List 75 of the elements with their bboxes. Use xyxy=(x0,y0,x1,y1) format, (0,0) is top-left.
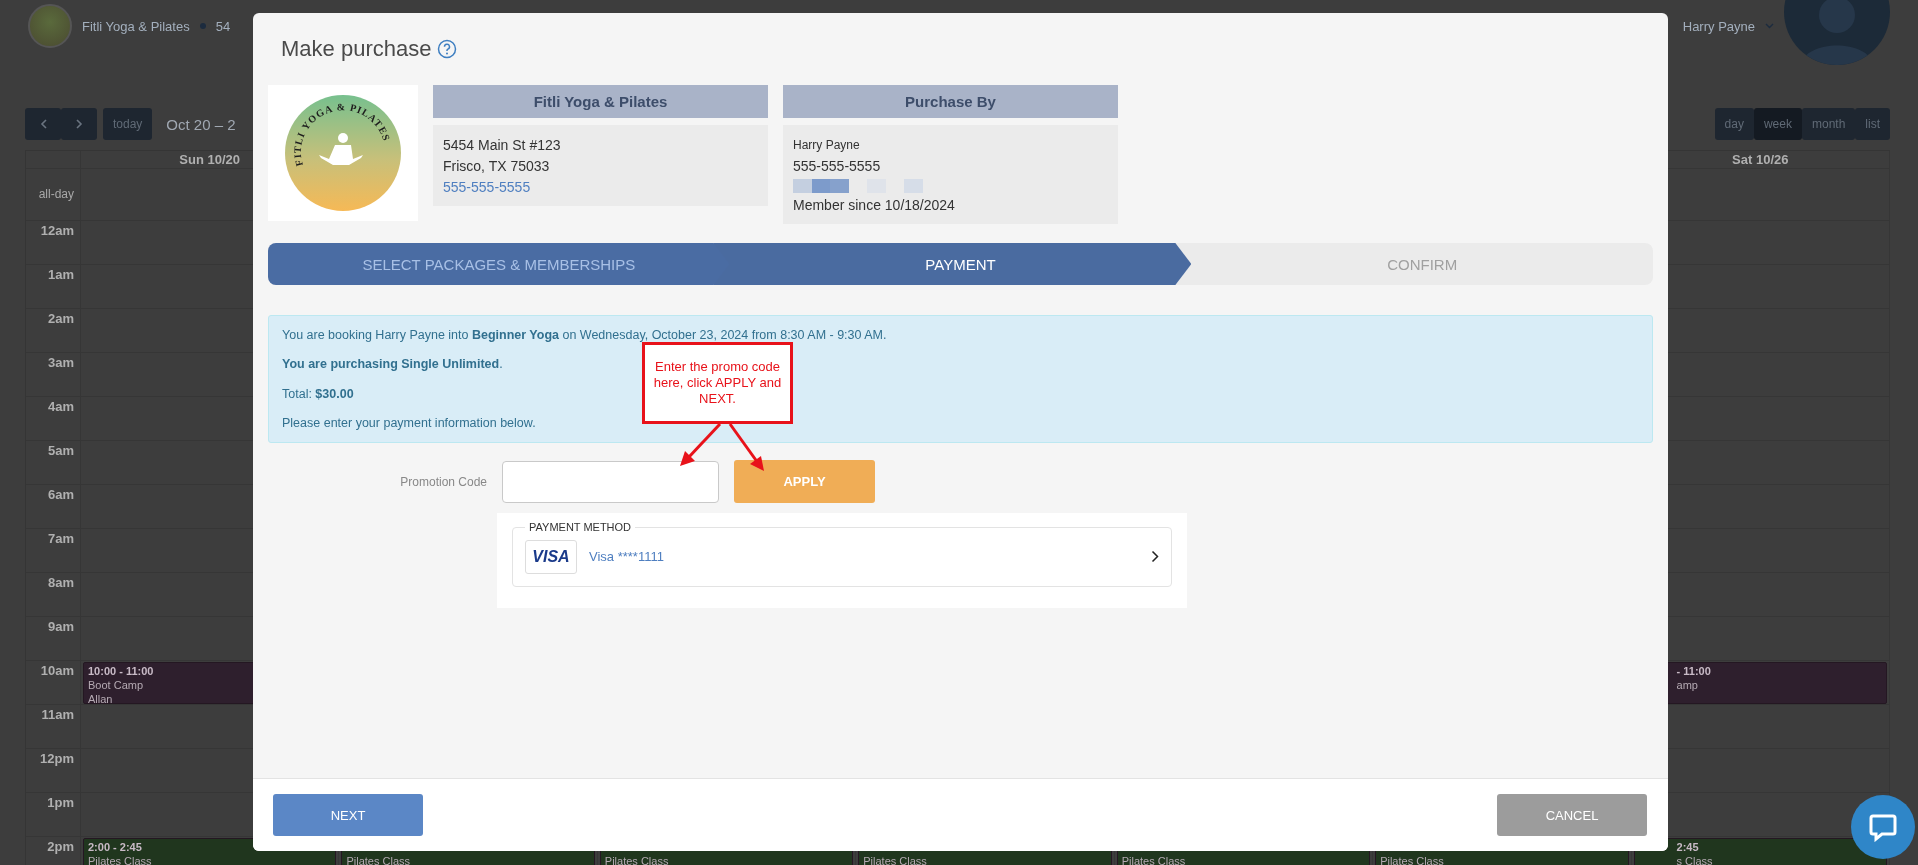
hour-label: 12pm xyxy=(39,750,75,766)
card-heading: Fitli Yoga & Pilates xyxy=(433,85,768,118)
hour-label: 6am xyxy=(46,486,75,502)
chevron-right-icon xyxy=(75,119,83,129)
hour-label: 10am xyxy=(39,662,75,678)
chevron-left-icon xyxy=(39,119,47,129)
event-title: Pilates Class xyxy=(1121,854,1187,865)
card-text: 5454 Main St #123 xyxy=(443,137,562,154)
chat-bubble-icon xyxy=(1868,812,1898,842)
event-title: Pilates Class xyxy=(88,854,153,865)
annotation-callout: Enter the promo code here, click APPLY and NEXT. xyxy=(642,342,793,424)
hour-label: 5am xyxy=(46,442,75,458)
hour-label: 2pm xyxy=(46,838,75,854)
cancel-button[interactable]: CANCEL xyxy=(1497,794,1647,836)
event-title: amp xyxy=(1676,678,1699,692)
event-time: 2:45 xyxy=(1676,840,1700,854)
hour-label: 1am xyxy=(46,266,75,282)
view-button[interactable]: month xyxy=(1801,108,1856,140)
notice-text: You are purchasing Single Unlimited. xyxy=(282,357,503,372)
event-time: 10:00 - 11:00 xyxy=(88,664,155,678)
event-time: - 11:00 xyxy=(1676,664,1712,678)
promo-code-field[interactable] xyxy=(502,460,719,503)
hour-label: 12am xyxy=(39,222,75,238)
hour-label: 7am xyxy=(46,530,75,546)
field-label: Promotion Code xyxy=(399,474,487,489)
event-title: Boot Camp xyxy=(88,678,145,692)
help-icon[interactable] xyxy=(437,39,458,59)
dialog-title: Make purchase xyxy=(281,36,432,62)
chevron-down-icon[interactable] xyxy=(1765,23,1774,29)
user-name[interactable]: Harry Payne xyxy=(1682,18,1755,34)
hour-label: 4am xyxy=(46,398,75,414)
hour-label: 11am xyxy=(40,706,75,722)
event-title: Pilates Class xyxy=(346,854,411,865)
step: PAYMENT xyxy=(713,243,1192,285)
annotation-arrow xyxy=(728,423,764,471)
view-button[interactable]: week xyxy=(1753,108,1802,140)
next-button[interactable] xyxy=(61,108,97,140)
card-number[interactable]: Visa ****1111 xyxy=(589,549,1139,564)
studio-logo[interactable] xyxy=(28,4,72,48)
studio-address: 54 xyxy=(215,18,231,34)
chevron-right-icon[interactable] xyxy=(1151,550,1159,563)
studio-name: Fitli Yoga & Pilates xyxy=(82,18,190,34)
card-heading: Purchase By xyxy=(783,85,1118,118)
event-title: s Class xyxy=(1676,854,1714,865)
card-text: Harry Payne xyxy=(793,137,861,154)
hour-label: 3am xyxy=(46,354,75,370)
card-text: 555-555-5555 xyxy=(793,158,882,175)
annotation-arrow xyxy=(680,422,722,466)
event-title: Pilates Class xyxy=(604,854,670,865)
card-text: Member since 10/18/2024 xyxy=(793,197,956,214)
hour-label: 8am xyxy=(46,574,75,590)
all-day-label: all-day xyxy=(37,186,75,201)
hour-label: 1pm xyxy=(46,794,75,810)
separator-dot xyxy=(199,23,206,29)
phone-link[interactable]: 555-555-5555 xyxy=(443,179,758,196)
view-button[interactable]: list xyxy=(1855,108,1890,140)
view-button[interactable]: day xyxy=(1714,108,1754,140)
event-title: Pilates Class xyxy=(1380,854,1445,865)
hour-label: 2am xyxy=(46,310,75,326)
apply-button[interactable]: APPLY xyxy=(734,460,875,503)
today-button[interactable]: today xyxy=(103,108,153,140)
notice-text: Please enter your payment information below. xyxy=(282,416,536,430)
notice-text: Total: $30.00 xyxy=(282,386,354,401)
event-time: 2:00 - 2:45 xyxy=(88,840,143,854)
event-title: Pilates Class xyxy=(863,854,928,865)
date-range: Oct 20 – 2 xyxy=(166,115,236,133)
legend-text: PAYMENT METHOD xyxy=(528,521,633,533)
next-button[interactable]: NEXT xyxy=(273,794,423,836)
notice-text: You are booking Harry Payne into Beginner Yoga on Wednesday, October 23, 2024 from 8:30 AM - 9:30 AM. xyxy=(282,328,887,342)
hour-label: 9am xyxy=(46,618,75,634)
card-brand-logo: VISA xyxy=(525,539,577,574)
day-header: Sat 10/26 xyxy=(1731,151,1790,169)
previous-button[interactable] xyxy=(25,108,61,140)
card-text: Frisco, TX 75033 xyxy=(443,158,551,175)
event-title: Allan xyxy=(88,692,114,706)
